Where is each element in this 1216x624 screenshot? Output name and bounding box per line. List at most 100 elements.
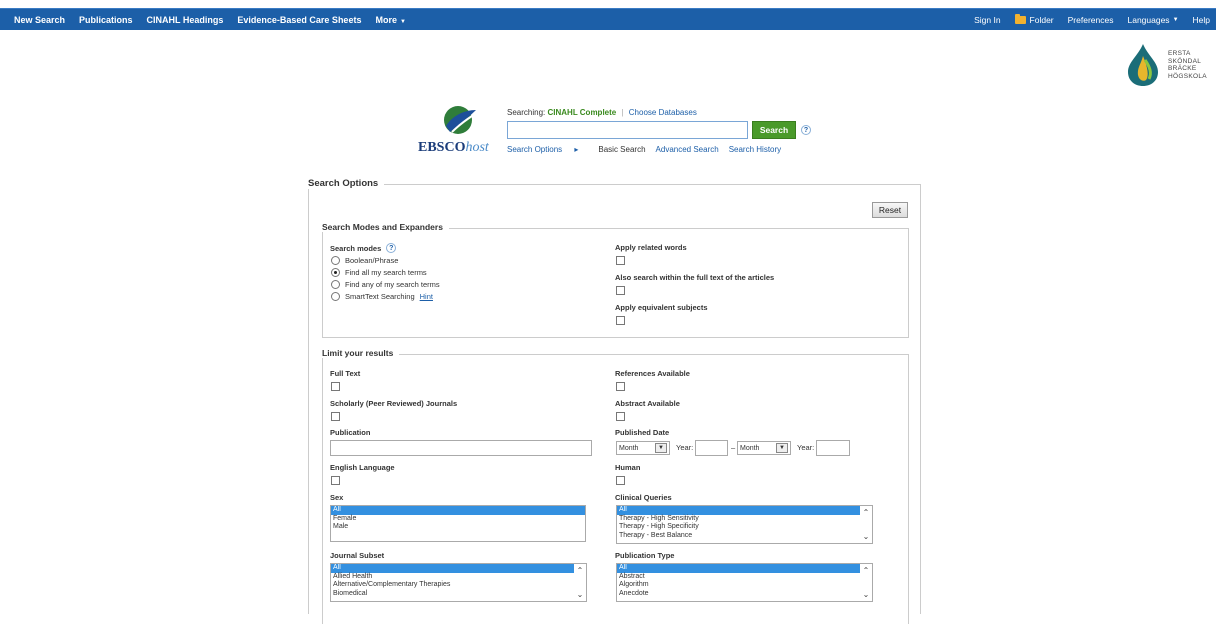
nav-languages[interactable]: Languages ▼ (1127, 15, 1178, 25)
ebscohost-logo[interactable]: EBSCOhost (418, 104, 500, 156)
list-item[interactable]: Therapy - High Specificity (617, 523, 872, 532)
to-month-select[interactable]: Month ▼ (737, 441, 791, 455)
nav-folder[interactable]: Folder (1014, 13, 1054, 25)
published-date-label: Published Date (615, 428, 670, 437)
host-word: host (465, 140, 489, 155)
nav-care-sheets[interactable]: Evidence-Based Care Sheets (237, 15, 361, 25)
hint-link[interactable]: Hint (420, 292, 433, 301)
from-year-input[interactable] (695, 440, 728, 456)
ebscohost-wordmark: EBSCOhost (418, 140, 489, 156)
expander-equivalent-checkbox[interactable] (616, 316, 625, 325)
nav-help[interactable]: Help (1193, 15, 1210, 25)
list-item[interactable]: Abstract (617, 573, 872, 582)
folder-icon (1014, 13, 1026, 24)
chevron-up-icon[interactable]: ⌃ (863, 508, 870, 517)
scrollbar[interactable]: ⌃ ⌄ (574, 564, 586, 601)
ebsco-word: EBSCO (418, 140, 466, 155)
list-item[interactable]: Anecdote (617, 590, 872, 599)
choose-databases-link[interactable]: Choose Databases (629, 108, 697, 117)
nav-preferences[interactable]: Preferences (1068, 15, 1114, 25)
advanced-search-link[interactable]: Advanced Search (656, 145, 719, 154)
chevron-down-icon[interactable]: ⌄ (863, 532, 870, 541)
mode-find-all[interactable]: Find all my search terms (331, 268, 427, 277)
ebsco-globe-icon (444, 106, 476, 134)
chevron-down-icon[interactable]: ⌄ (577, 590, 584, 599)
mode-label: Boolean/Phrase (345, 256, 399, 265)
radio-button[interactable] (331, 292, 340, 301)
list-item[interactable]: Biomedical (331, 590, 586, 599)
publication-type-listbox[interactable]: All Abstract Algorithm Anecdote ⌃ ⌄ (616, 563, 873, 602)
mode-smarttext[interactable]: SmartText Searching Hint (331, 292, 433, 301)
list-item[interactable]: Allied Health (331, 573, 586, 582)
mode-boolean[interactable]: Boolean/Phrase (331, 256, 398, 265)
journal-subset-listbox[interactable]: All Allied Health Alternative/Complement… (330, 563, 587, 602)
help-icon[interactable]: ? (386, 243, 397, 253)
search-options-title: Search Options (308, 178, 385, 189)
chevron-up-icon[interactable]: ⌃ (863, 566, 870, 575)
reset-button[interactable]: Reset (872, 202, 908, 218)
institution-name: ERSTA SKÖNDAL BRÄCKE HÖGSKOLA (1168, 50, 1207, 80)
list-item[interactable]: All (331, 506, 585, 515)
list-item[interactable]: All (617, 564, 872, 573)
nav-publications[interactable]: Publications (79, 15, 133, 25)
abstract-checkbox[interactable] (616, 412, 625, 421)
database-name: CINAHL Complete (547, 108, 617, 117)
publication-type-label: Publication Type (615, 551, 675, 560)
searching-label: Searching: (507, 108, 546, 117)
list-item[interactable]: Therapy - High Sensitivity (617, 515, 872, 524)
scrollbar[interactable]: ⌃ ⌄ (860, 564, 872, 601)
chevron-down-icon[interactable]: ⌄ (863, 590, 870, 599)
to-year-input[interactable] (816, 440, 850, 456)
publication-input[interactable] (330, 440, 592, 456)
sex-listbox[interactable]: All Female Male (330, 505, 586, 542)
chevron-up-icon[interactable]: ⌃ (577, 566, 584, 575)
from-year-label: Year: (676, 443, 694, 452)
full-text-checkbox[interactable] (331, 382, 340, 391)
scrollbar[interactable]: ⌃ ⌄ (860, 506, 872, 543)
expander-related-words-label: Apply related words (615, 243, 687, 252)
caret-down-icon: ▼ (1172, 16, 1179, 23)
expander-full-text-label: Also search within the full text of the … (615, 273, 775, 282)
basic-search-link[interactable]: Basic Search (598, 145, 645, 154)
list-item[interactable]: Algorithm (617, 581, 872, 590)
expander-equivalent-label: Apply equivalent subjects (615, 303, 708, 312)
top-nav-right: Sign In Folder Preferences Languages ▼ He… (960, 13, 1210, 25)
top-nav-bar: New Search Publications CINAHL Headings … (0, 8, 1216, 30)
publication-label: Publication (330, 428, 371, 437)
search-button[interactable]: Search (752, 121, 796, 139)
from-month-select[interactable]: Month ▼ (616, 441, 670, 455)
nav-folder-label: Folder (1029, 14, 1054, 25)
expander-related-words-checkbox[interactable] (616, 256, 625, 265)
search-row: Search ? (507, 121, 827, 139)
list-item[interactable]: Male (331, 523, 585, 532)
list-item[interactable]: Alternative/Complementary Therapies (331, 581, 586, 590)
clinical-queries-label: Clinical Queries (615, 493, 672, 502)
scholarly-checkbox[interactable] (331, 412, 340, 421)
human-checkbox[interactable] (616, 476, 625, 485)
help-icon[interactable]: ? (801, 125, 811, 135)
radio-button[interactable] (331, 280, 340, 289)
english-language-checkbox[interactable] (331, 476, 340, 485)
list-item[interactable]: All (331, 564, 586, 573)
list-item[interactable]: Therapy - Best Balance (617, 532, 872, 541)
list-item[interactable]: All (617, 506, 872, 515)
mode-find-any[interactable]: Find any of my search terms (331, 280, 440, 289)
nav-cinahl-headings[interactable]: CINAHL Headings (147, 15, 224, 25)
limit-results-section: Full Text References Available Scholarly… (322, 354, 909, 624)
nav-more[interactable]: More ▼ (375, 15, 405, 25)
nav-new-search[interactable]: New Search (14, 15, 65, 25)
nav-sign-in[interactable]: Sign In (974, 15, 1000, 25)
references-checkbox[interactable] (616, 382, 625, 391)
search-options-link[interactable]: Search Options ▸ (507, 145, 588, 154)
search-input[interactable] (507, 121, 748, 139)
top-nav-left: New Search Publications CINAHL Headings … (14, 15, 420, 25)
abstract-label: Abstract Available (615, 399, 680, 408)
radio-button[interactable] (331, 256, 340, 265)
institution-line: BRÄCKE (1168, 65, 1197, 72)
clinical-queries-listbox[interactable]: All Therapy - High Sensitivity Therapy -… (616, 505, 873, 544)
list-item[interactable]: Female (331, 515, 585, 524)
radio-button-selected[interactable] (331, 268, 340, 277)
caret-right-icon: ▸ (574, 145, 579, 154)
expander-full-text-checkbox[interactable] (616, 286, 625, 295)
search-history-link[interactable]: Search History (729, 145, 781, 154)
